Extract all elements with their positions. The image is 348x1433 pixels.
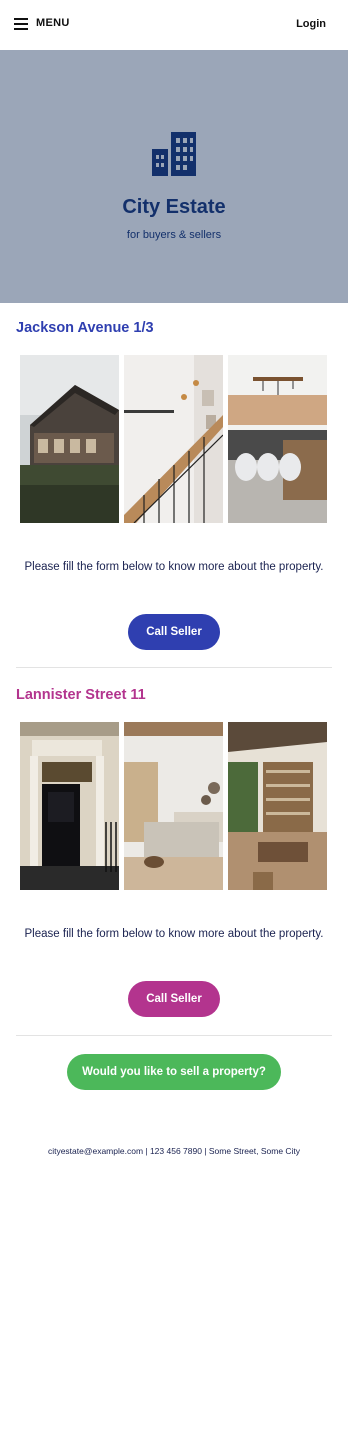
site-tagline: for buyers & sellers: [126, 229, 222, 241]
call-seller-button[interactable]: Call Seller: [128, 614, 220, 650]
call-seller-button[interactable]: Call Seller: [128, 981, 220, 1017]
sell-property-button[interactable]: Would you like to sell a property?: [67, 1054, 281, 1090]
footer-contact-info: cityestate@example.com | 123 456 7890 | …: [47, 1146, 301, 1156]
hero-banner: City Estate for buyers & sellers: [0, 50, 348, 303]
section-divider: [16, 667, 332, 668]
menu-button[interactable]: MENU: [14, 17, 70, 30]
property-photo-boho-living-room[interactable]: [228, 722, 327, 890]
property-photo-black-front-door[interactable]: [20, 722, 119, 890]
property-photo-dining-kitchen[interactable]: [228, 355, 327, 523]
login-link[interactable]: Login: [296, 18, 326, 30]
property-photo-staircase-interior[interactable]: [124, 355, 223, 523]
menu-label: MENU: [36, 17, 70, 29]
section-divider: [16, 1035, 332, 1036]
property-title: Jackson Avenue 1/3: [16, 320, 154, 336]
property-title: Lannister Street 11: [16, 687, 146, 703]
property-description: Please fill the form below to know more …: [24, 928, 324, 940]
property-photo-bedroom-interior[interactable]: [124, 722, 223, 890]
top-navigation-bar: MENU Login: [0, 0, 348, 50]
buildings-icon: [152, 132, 196, 176]
hamburger-icon: [14, 17, 28, 30]
property-description: Please fill the form below to know more …: [24, 561, 324, 573]
site-title: City Estate: [122, 196, 226, 218]
property-photo-house-exterior[interactable]: [20, 355, 119, 523]
